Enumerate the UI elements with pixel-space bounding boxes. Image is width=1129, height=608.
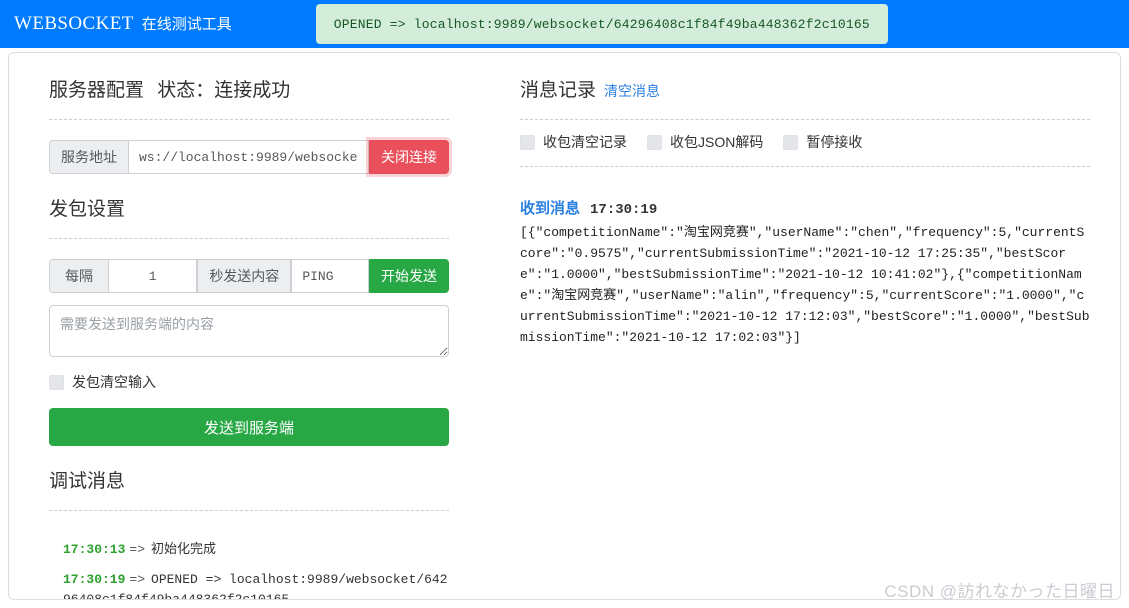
- messages-divider-bottom: [520, 166, 1090, 167]
- debug-heading: 调试消息: [49, 471, 126, 492]
- option-pause-receive[interactable]: 暂停接收: [783, 132, 862, 152]
- json-decode-label: 收包JSON解码: [670, 134, 764, 150]
- app-brand: WEBSOCKET 在线测试工具: [14, 13, 232, 35]
- right-column: 消息记录 清空消息 收包清空记录 收包JSON解码 暂停接收 收到消息 17:3…: [464, 53, 1120, 599]
- message-list: 收到消息 17:30:19 [{"competitionName":"淘宝网竞赛…: [520, 197, 1090, 348]
- interval-addon: 每隔: [49, 259, 109, 293]
- option-json-decode[interactable]: 收包JSON解码: [647, 132, 763, 152]
- disconnect-button[interactable]: 关闭连接: [369, 140, 449, 174]
- clear-on-receive-label: 收包清空记录: [543, 134, 627, 150]
- brand-subtitle: 在线测试工具: [141, 16, 232, 33]
- csdn-watermark: CSDN @訪れなかった日曜日: [884, 582, 1115, 601]
- send-to-server-button[interactable]: 发送到服务端: [49, 408, 449, 446]
- log-time: 17:30:19: [63, 572, 126, 587]
- message-timestamp: 17:30:19: [590, 202, 658, 218]
- top-navbar: WEBSOCKET 在线测试工具 OPENED => localhost:998…: [0, 0, 1129, 48]
- send-settings-divider: [49, 238, 449, 239]
- seconds-addon: 秒发送内容: [197, 259, 292, 293]
- log-line: 17:30:13 => 初始化完成: [63, 539, 449, 560]
- brand-title: WEBSOCKET: [14, 13, 134, 34]
- message-item: 收到消息 17:30:19 [{"competitionName":"淘宝网竞赛…: [520, 197, 1090, 348]
- server-config-heading: 服务器配置 状态：连接成功: [49, 77, 464, 105]
- clear-on-receive-checkbox[interactable]: [520, 134, 535, 150]
- start-send-button[interactable]: 开始发送: [369, 259, 449, 293]
- json-decode-checkbox[interactable]: [647, 134, 662, 150]
- clear-on-send-label: 发包清空输入: [72, 374, 156, 390]
- clear-on-send-checkbox[interactable]: [49, 374, 64, 390]
- server-address-group: 服务地址 关闭连接: [49, 140, 449, 174]
- messages-divider-top: [520, 119, 1090, 120]
- connection-status-banner: OPENED => localhost:9989/websocket/64296…: [315, 4, 888, 44]
- option-clear-on-receive[interactable]: 收包清空记录: [520, 132, 627, 152]
- connection-state-label: 状态：连接成功: [157, 80, 291, 101]
- interval-seconds-input[interactable]: [108, 259, 198, 293]
- message-header: 收到消息 17:30:19: [520, 197, 1090, 218]
- debug-log-list: 17:30:13 => 初始化完成 17:30:19 => OPENED => loca…: [49, 539, 449, 599]
- server-address-addon: 服务地址: [49, 140, 129, 174]
- log-line: 17:30:19 => OPENED => localhost:9989/webso…: [63, 570, 449, 599]
- messages-heading: 消息记录 清空消息: [520, 77, 1090, 105]
- main-card: 服务器配置 状态：连接成功 服务地址 关闭连接 发包设置 每隔 秒发送内容 开始…: [8, 52, 1121, 600]
- server-config-title: 服务器配置: [49, 80, 145, 101]
- server-address-input[interactable]: [129, 140, 369, 174]
- left-column: 服务器配置 状态：连接成功 服务地址 关闭连接 发包设置 每隔 秒发送内容 开始…: [9, 53, 464, 599]
- clear-on-send-item[interactable]: 发包清空输入: [49, 372, 156, 392]
- log-time: 17:30:13: [63, 542, 126, 557]
- log-arrow-icon: =>: [129, 572, 146, 587]
- debug-divider: [49, 510, 449, 511]
- clear-on-send-row: 发包清空输入: [49, 372, 464, 392]
- clear-messages-link[interactable]: 清空消息: [604, 83, 660, 99]
- log-text: 初始化完成: [151, 541, 217, 556]
- messages-options-row: 收包清空记录 收包JSON解码 暂停接收: [520, 132, 1090, 152]
- server-config-divider: [49, 119, 449, 120]
- messages-title: 消息记录: [520, 80, 597, 101]
- send-content-textarea[interactable]: [49, 305, 449, 357]
- log-arrow-icon: =>: [129, 542, 146, 557]
- interval-payload-input[interactable]: [291, 259, 369, 293]
- message-kind-label: 收到消息: [520, 200, 581, 217]
- send-settings-heading: 发包设置: [49, 199, 126, 220]
- message-body: [{"competitionName":"淘宝网竞赛","userName":"…: [520, 225, 1090, 345]
- pause-receive-checkbox[interactable]: [783, 134, 799, 150]
- interval-send-group: 每隔 秒发送内容 开始发送: [49, 259, 449, 293]
- pause-receive-label: 暂停接收: [806, 134, 863, 150]
